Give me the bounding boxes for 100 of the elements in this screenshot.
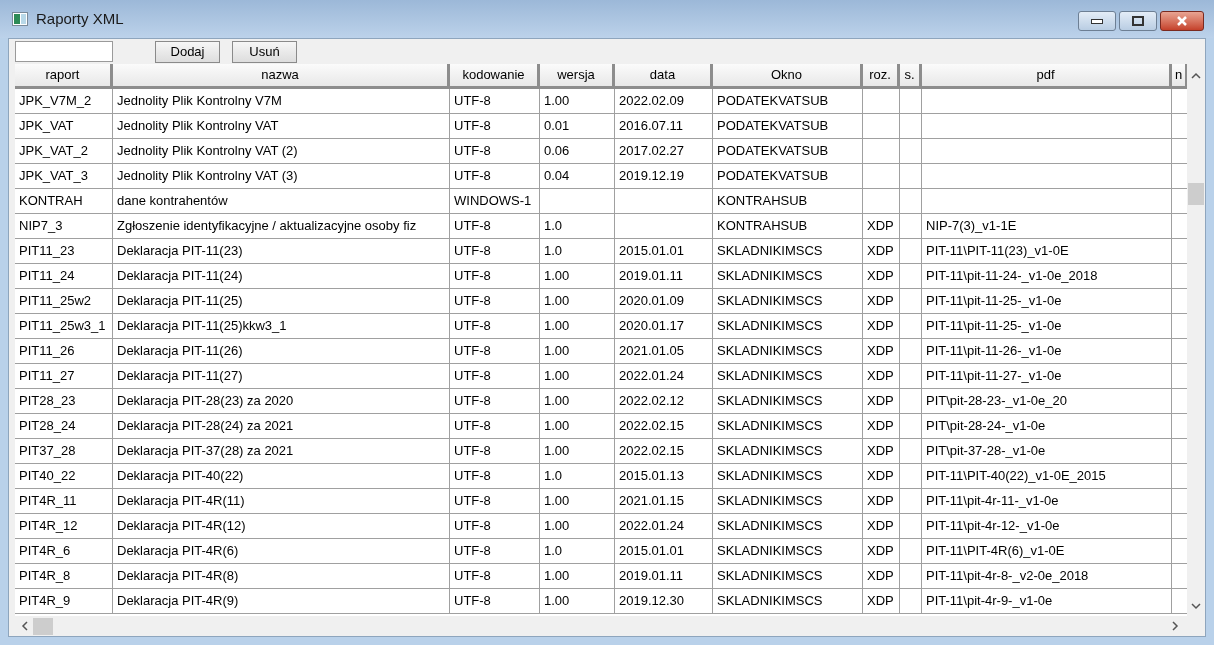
table-cell-text: XDP (867, 317, 894, 336)
table-cell-text: PIT11_25w2 (19, 292, 92, 311)
table-cell-text: PIT-11\PIT-11(23)_v1-0E (926, 242, 1069, 261)
table-cell-text: 1.00 (544, 417, 570, 436)
table-cell-text: WINDOWS-1 (454, 192, 532, 211)
table-cell-text: 2022.02.15 (619, 417, 685, 436)
table-cell-text: XDP (867, 442, 894, 461)
toolbar-button[interactable]: Dodaj (155, 40, 220, 63)
table-cell-text: 0.06 (544, 142, 570, 161)
table-cell-text: PIT-11\pit-11-25-_v1-0e (926, 317, 1062, 336)
table-cell-text: PIT-11\pit-4r-9-_v1-0e (926, 592, 1053, 611)
table-cell-text: XDP (867, 467, 894, 486)
table-cell-text: Deklaracja PIT-11(25) (117, 292, 243, 311)
table-cell-text: Deklaracja PIT-28(23) za 2020 (117, 392, 294, 411)
table-cell-text: PIT11_24 (19, 267, 75, 286)
minimize-icon (1091, 18, 1103, 24)
table-cell-text: PIT4R_11 (19, 492, 77, 511)
table-cell-text: 1.00 (544, 92, 570, 111)
table-cell-text: Deklaracja PIT-37(28) za 2021 (117, 442, 294, 461)
input-field[interactable] (15, 41, 113, 62)
table-cell-text: 2019.12.19 (619, 167, 685, 186)
table-cell-text: XDP (867, 367, 894, 386)
table-cell-text: UTF-8 (454, 292, 491, 311)
close-button[interactable] (1160, 11, 1204, 31)
table-cell-text: PODATEKVATSUB (717, 142, 829, 161)
table-cell-text: SKLADNIKIMSCS (717, 392, 823, 411)
table-cell-text: XDP (867, 567, 894, 586)
scroll-thumb[interactable] (33, 617, 53, 635)
table-cell-text: UTF-8 (454, 392, 491, 411)
table-cell-text: Deklaracja PIT-11(25)kkw3_1 (117, 317, 287, 336)
table-cell-text: KONTRAHSUB (717, 217, 808, 236)
table-cell-text: 1.00 (544, 267, 570, 286)
minimize-button[interactable] (1078, 11, 1116, 31)
table-cell-text: 2020.01.17 (619, 317, 685, 336)
table-cell-text: XDP (867, 417, 894, 436)
table-cell-text: 1.00 (544, 292, 570, 311)
table-cell-text: 2019.12.30 (619, 592, 685, 611)
column-header[interactable]: raport (15, 64, 113, 89)
toolbar-button[interactable]: Usuń (232, 40, 297, 63)
table-cell-text: PIT28_24 (19, 417, 76, 436)
table-cell-text: UTF-8 (454, 242, 491, 261)
table-cell-text: SKLADNIKIMSCS (717, 367, 823, 386)
scroll-thumb[interactable] (1188, 183, 1204, 205)
table-cell-text: PIT-11\pit-4r-12-_v1-0e (926, 517, 1060, 536)
table-cell-text: 1.00 (544, 492, 570, 511)
table-cell-text: PIT-11\pit-11-27-_v1-0e (926, 367, 1062, 386)
table-cell-text: XDP (867, 392, 894, 411)
table-cell-text: PIT-11\PIT-4R(6)_v1-0E (926, 542, 1065, 561)
table-cell-text: Deklaracja PIT-4R(11) (117, 492, 245, 511)
table-cell-text: 2022.02.09 (619, 92, 685, 111)
maximize-button[interactable] (1119, 11, 1157, 31)
table-cell-text: UTF-8 (454, 542, 491, 561)
column-header[interactable]: roz. (863, 64, 900, 89)
table-cell-text: SKLADNIKIMSCS (717, 492, 823, 511)
table-cell-text: PIT4R_8 (19, 567, 71, 586)
column-header[interactable]: kodowanie (450, 64, 540, 89)
table-cell-text: 1.00 (544, 367, 570, 386)
table-cell-text: Deklaracja PIT-40(22) (117, 467, 244, 486)
table-cell-text: Jednolity Plik Kontrolny VAT (3) (117, 167, 298, 186)
table-cell-text: SKLADNIKIMSCS (717, 317, 823, 336)
column-header[interactable]: Okno (713, 64, 863, 89)
table-cell-text: XDP (867, 592, 894, 611)
table-cell-text: 2021.01.05 (619, 342, 685, 361)
table-cell-text: PIT-11\pit-11-25-_v1-0e (926, 292, 1062, 311)
table-cell-text: SKLADNIKIMSCS (717, 517, 823, 536)
column-header[interactable]: nazwa (113, 64, 450, 89)
table-cell-text: SKLADNIKIMSCS (717, 442, 823, 461)
column-header[interactable]: pdf (922, 64, 1172, 89)
table-cell-text: Deklaracja PIT-11(23) (117, 242, 243, 261)
app-icon (12, 12, 28, 26)
column-header[interactable]: wersja (540, 64, 615, 89)
table-cell-text: JPK_VAT_2 (19, 142, 88, 161)
column-header[interactable]: data (615, 64, 713, 89)
table-cell-text: XDP (867, 267, 894, 286)
table-cell-text: XDP (867, 342, 894, 361)
table-cell-text: UTF-8 (454, 217, 491, 236)
table-cell-text: 2017.02.27 (619, 142, 685, 161)
table-cell-text: 2022.01.24 (619, 367, 685, 386)
table-cell-text: PIT-11\PIT-40(22)_v1-0E_2015 (926, 467, 1106, 486)
table-cell-text: KONTRAH (19, 192, 83, 211)
table-cell-text: PIT37_28 (19, 442, 76, 461)
scroll-right-icon (1171, 621, 1179, 631)
table-cell-text: UTF-8 (454, 467, 491, 486)
table-cell-text: SKLADNIKIMSCS (717, 267, 823, 286)
table-cell-text: UTF-8 (454, 442, 491, 461)
column-header[interactable]: s. (900, 64, 922, 89)
column-header[interactable]: n (1172, 64, 1187, 89)
table-cell-text: SKLADNIKIMSCS (717, 542, 823, 561)
table-cell-text: Deklaracja PIT-11(26) (117, 342, 243, 361)
table-cell-text: 1.00 (544, 442, 570, 461)
table-cell-text: XDP (867, 517, 894, 536)
table-cell-text: XDP (867, 292, 894, 311)
table-cell-text: SKLADNIKIMSCS (717, 342, 823, 361)
close-icon (1176, 16, 1188, 26)
table-cell-text: XDP (867, 542, 894, 561)
table-cell-text: Deklaracja PIT-4R(8) (117, 567, 239, 586)
table-cell-text: NIP7_3 (19, 217, 63, 236)
table-cell-text: XDP (867, 242, 894, 261)
table-cell-text: 1.00 (544, 392, 570, 411)
table-cell-text: 1.00 (544, 567, 570, 586)
